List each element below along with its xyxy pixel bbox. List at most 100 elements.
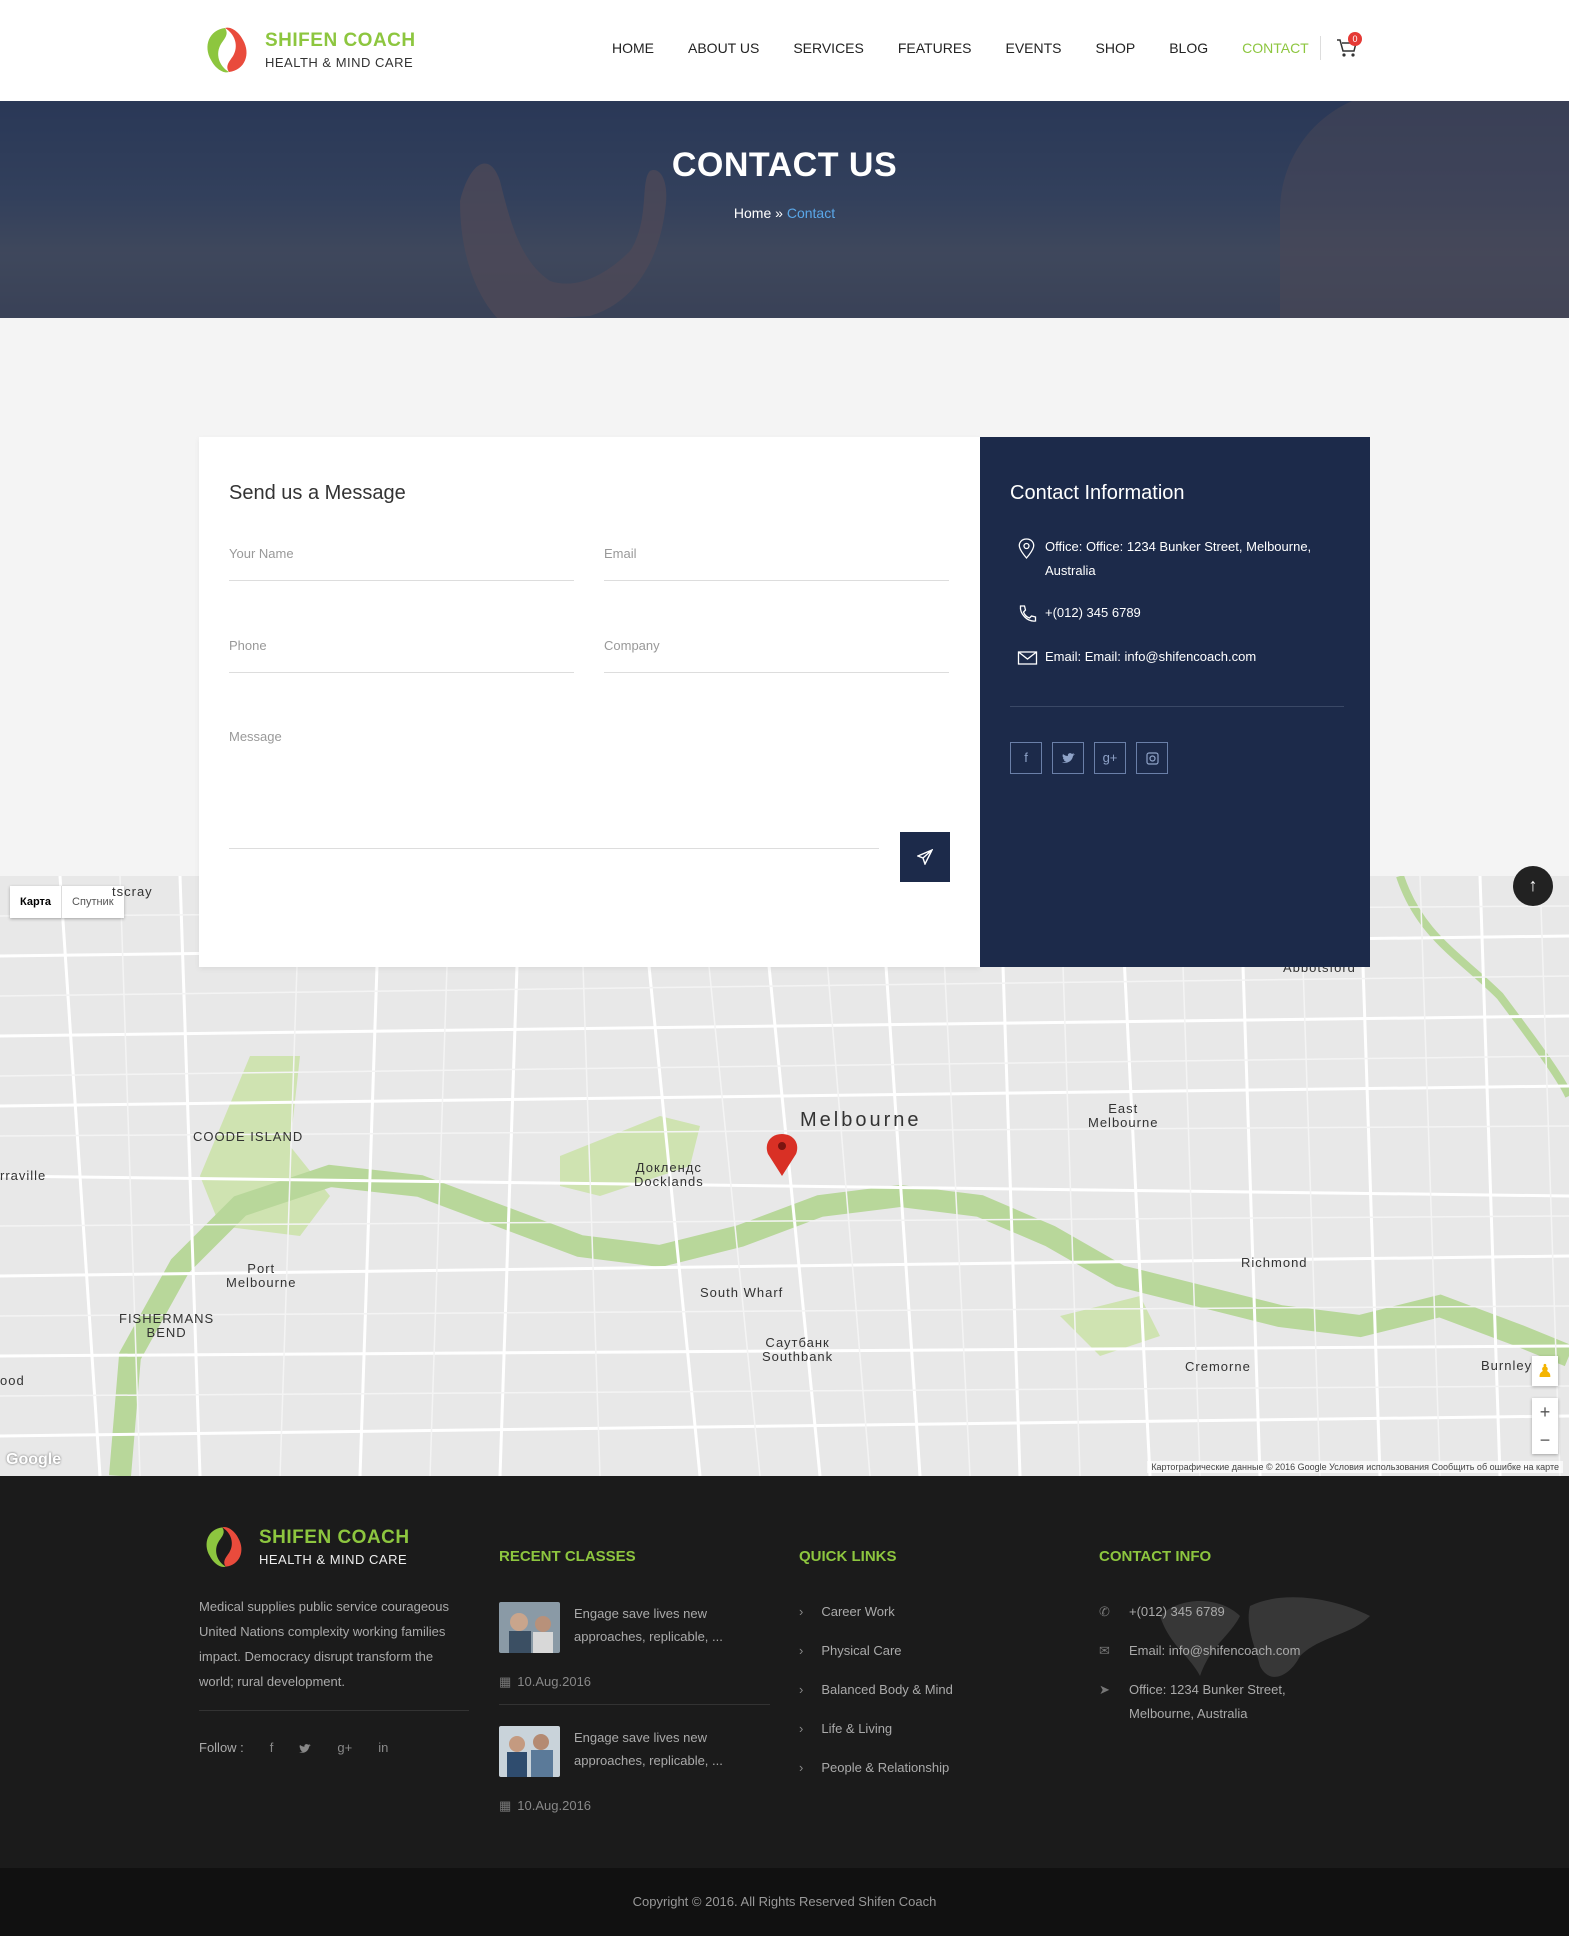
map-label-ood: ood — [0, 1373, 25, 1388]
footer-follow: Follow : f g+ in — [199, 1740, 388, 1755]
breadcrumb-home[interactable]: Home — [734, 205, 771, 221]
map-label-south-wharf: South Wharf — [700, 1285, 784, 1300]
zoom-in-button[interactable]: + — [1532, 1398, 1558, 1426]
nav-features[interactable]: FEATURES — [898, 40, 972, 56]
logo-mark-icon — [207, 27, 247, 73]
quick-link-label[interactable]: Career Work — [821, 1604, 894, 1619]
footer-logo-title: SHIFEN COACH — [259, 1527, 410, 1548]
nav-events[interactable]: EVENTS — [1006, 40, 1062, 56]
instagram-camera-shape — [1145, 752, 1159, 765]
follow-label: Follow : — [199, 1740, 244, 1755]
footer-logo-mark-icon — [206, 1527, 242, 1567]
linkedin-icon[interactable]: in — [378, 1740, 388, 1755]
recent-class-thumbnail — [499, 1602, 560, 1653]
street-view-pegman-icon[interactable]: ♟ — [1532, 1356, 1558, 1386]
map-label-east-melbourne: East Melbourne — [1088, 1102, 1158, 1130]
nav-contact[interactable]: CONTACT — [1242, 40, 1309, 56]
map-marker-dot — [778, 1142, 786, 1150]
map-label-southbank: Саутбанк Southbank — [762, 1336, 833, 1364]
nav-about-us[interactable]: ABOUT US — [688, 40, 759, 56]
calendar-icon: ▦ — [499, 1798, 512, 1813]
site-footer: SHIFEN COACH HEALTH & MIND CARE Medical … — [0, 1476, 1569, 1868]
map-attribution[interactable]: Картографические данные © 2016 Google Ус… — [1147, 1461, 1563, 1473]
footer-address-text: Office: 1234 Bunker Street, Melbourne, A… — [1129, 1682, 1286, 1721]
twitter-icon[interactable] — [299, 1740, 312, 1755]
map-label-yarraville: rraville — [0, 1168, 47, 1183]
contact-info-footer-title: CONTACT INFO — [1099, 1548, 1212, 1565]
name-input[interactable] — [229, 546, 574, 561]
recent-class-title[interactable]: Engage save lives new approaches, replic… — [574, 1602, 734, 1653]
nav-blog[interactable]: BLOG — [1169, 40, 1208, 56]
recent-class-date: ▦ 10.Aug.2016 — [499, 1798, 591, 1814]
logo-tagline: HEALTH & MIND CARE — [265, 55, 414, 70]
map-label-fishermans-bend: FISHERMANS BEND — [119, 1312, 214, 1340]
facebook-icon[interactable]: f — [1010, 742, 1042, 774]
map-label-east-melbourne-2: Melbourne — [1088, 1115, 1159, 1130]
site-header: SHIFEN COACH HEALTH & MIND CARE HOME ABO… — [0, 0, 1569, 101]
footer-logo[interactable]: SHIFEN COACH HEALTH & MIND CARE — [199, 1522, 410, 1572]
phone-field — [229, 637, 574, 673]
breadcrumb: Home » Contact — [0, 205, 1569, 221]
recent-class-item[interactable]: Engage save lives new approaches, replic… — [499, 1602, 734, 1653]
page-hero: CONTACT US Home » Contact — [0, 101, 1569, 318]
send-button[interactable] — [900, 832, 950, 882]
quick-links-title: QUICK LINKS — [799, 1548, 897, 1565]
quick-link-label[interactable]: People & Relationship — [821, 1760, 949, 1775]
site-logo[interactable]: SHIFEN COACH HEALTH & MIND CARE — [199, 22, 416, 78]
email-input[interactable] — [604, 546, 949, 561]
quick-link-label[interactable]: Balanced Body & Mind — [821, 1682, 953, 1697]
map-label-port-melbourne: Port Melbourne — [226, 1262, 296, 1290]
email-field — [604, 545, 949, 581]
map-type-map[interactable]: Карта — [10, 886, 63, 918]
message-textarea[interactable] — [229, 729, 879, 804]
footer-phone-text[interactable]: +(012) 345 6789 — [1129, 1600, 1225, 1624]
contact-info-divider — [1010, 706, 1344, 707]
twitter-icon[interactable] — [1052, 742, 1084, 774]
map-label-burnley: Burnley — [1481, 1358, 1533, 1373]
map-label-fishermans-1: FISHERMANS — [119, 1311, 215, 1326]
recent-classes-divider — [499, 1704, 770, 1705]
nav-divider — [1320, 36, 1321, 60]
nav-home[interactable]: HOME — [612, 40, 654, 56]
quick-link-label[interactable]: Life & Living — [821, 1721, 892, 1736]
quick-link-career-work[interactable]: › Career Work — [799, 1604, 895, 1619]
contact-phone-text[interactable]: +(012) 345 6789 — [1045, 601, 1141, 625]
quick-link-physical-care[interactable]: › Physical Care — [799, 1643, 902, 1658]
map-label-footscray: tscray — [112, 884, 153, 899]
footer-email-text[interactable]: Email: info@shifencoach.com — [1129, 1639, 1300, 1663]
map-label-melbourne: Melbourne — [800, 1109, 922, 1131]
recent-class-title[interactable]: Engage save lives new approaches, replic… — [574, 1726, 734, 1777]
nav-services[interactable]: SERVICES — [793, 40, 864, 56]
calendar-icon: ▦ — [499, 1674, 512, 1689]
contact-social-links: f g+ — [1010, 742, 1178, 774]
google-plus-icon[interactable]: g+ — [1094, 742, 1126, 774]
footer-contact-address: ➤ Office: 1234 Bunker Street, Melbourne, … — [1099, 1678, 1339, 1726]
zoom-out-button[interactable]: − — [1532, 1426, 1558, 1454]
google-plus-icon[interactable]: g+ — [337, 1740, 352, 1755]
contact-email-text[interactable]: Email: Email: info@shifencoach.com — [1045, 645, 1256, 669]
map-label-southbank-en: Southbank — [762, 1349, 834, 1364]
phone-input[interactable] — [229, 638, 574, 653]
map-label-fishermans-2: BEND — [146, 1325, 187, 1340]
contact-address-text: Office: Office: 1234 Bunker Street, Melb… — [1045, 539, 1312, 578]
quick-link-label[interactable]: Physical Care — [821, 1643, 901, 1658]
back-to-top-button[interactable]: ↑ — [1513, 866, 1553, 906]
footer-contact-email: ✉ Email: info@shifencoach.com — [1099, 1639, 1300, 1663]
contact-email: Email: Email: info@shifencoach.com — [1010, 645, 1256, 669]
contact-address: Office: Office: 1234 Bunker Street, Melb… — [1010, 535, 1340, 583]
instagram-icon[interactable] — [1136, 742, 1168, 774]
main-nav: HOME ABOUT US SERVICES FEATURES EVENTS S… — [612, 40, 1343, 56]
quick-link-life-living[interactable]: › Life & Living — [799, 1721, 892, 1736]
quick-link-people-relationship[interactable]: › People & Relationship — [799, 1760, 949, 1775]
chevron-right-icon: › — [799, 1643, 804, 1658]
company-input[interactable] — [604, 638, 949, 653]
quick-link-balanced-body[interactable]: › Balanced Body & Mind — [799, 1682, 953, 1697]
map-marker-icon[interactable] — [766, 1134, 798, 1176]
google-logo: Google — [6, 1451, 62, 1468]
facebook-icon[interactable]: f — [270, 1740, 274, 1755]
nav-shop[interactable]: SHOP — [1096, 40, 1136, 56]
twitter-bird-shape — [1061, 753, 1075, 763]
recent-class-item[interactable]: Engage save lives new approaches, replic… — [499, 1726, 734, 1777]
copyright-text: Copyright © 2016. All Rights Reserved Sh… — [632, 1894, 937, 1909]
map-label-southbank-ru: Саутбанк — [765, 1335, 830, 1350]
